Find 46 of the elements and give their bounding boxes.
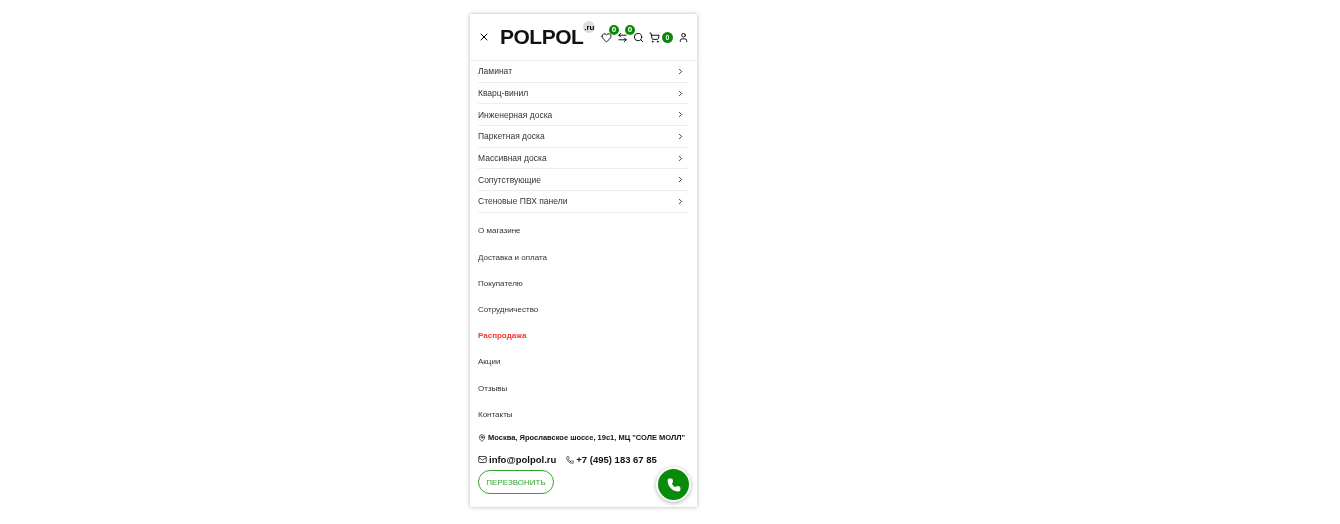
category-item[interactable]: Инженерная доска — [478, 104, 689, 127]
category-label: Ламинат — [478, 66, 513, 77]
chevron-icon — [676, 110, 685, 120]
chevron-icon — [676, 88, 685, 98]
category-label: Массивная доска — [478, 153, 547, 164]
menu-link[interactable]: Покупателю — [478, 270, 689, 297]
menu-link[interactable]: Акции — [478, 348, 689, 375]
category-item[interactable]: Ламинат — [478, 61, 689, 83]
menu-link[interactable]: Распродажа — [478, 322, 689, 349]
category-item[interactable]: Массивная доска — [478, 147, 689, 170]
chevron-icon — [676, 131, 685, 141]
logo-suffix: .ru — [583, 21, 596, 33]
category-label: Кварц-винил — [478, 88, 529, 99]
category-label: Сопутствующие — [478, 174, 542, 185]
mail-icon — [478, 455, 487, 465]
menu-link[interactable]: Контакты — [478, 401, 689, 428]
heart-icon[interactable] — [601, 31, 612, 43]
arrows-icon[interactable] — [617, 31, 628, 43]
category-item[interactable]: Паркетная доска — [478, 126, 689, 148]
phone-icon — [666, 477, 681, 492]
close-icon[interactable] — [478, 31, 490, 43]
chevron-icon — [676, 153, 685, 163]
menu-link[interactable]: Отзывы — [478, 374, 689, 402]
phone-icon — [566, 455, 575, 464]
search-icon[interactable] — [633, 31, 644, 43]
chevron-icon — [676, 196, 685, 206]
call-button[interactable] — [656, 467, 691, 502]
logo[interactable]: POLPOL — [500, 25, 584, 49]
chevron-icon — [676, 175, 685, 185]
category-item[interactable]: Стеновые ПВХ панели — [478, 191, 689, 213]
phone-link[interactable]: +7 (495) 183 67 85 — [566, 454, 657, 466]
menu-link[interactable]: Доставка и оплата — [478, 244, 689, 271]
menu-link[interactable]: Сотрудничество — [478, 296, 689, 323]
email-link[interactable]: info@polpol.ru — [478, 454, 557, 466]
user-icon[interactable] — [678, 31, 689, 43]
category-item[interactable]: Кварц-винил — [478, 82, 689, 105]
pin-icon — [478, 433, 486, 442]
category-label: Инженерная доска — [478, 109, 553, 120]
count-badge: 0 — [609, 24, 619, 35]
category-item[interactable]: Сопутствующие — [478, 169, 689, 192]
count-badge: 0 — [625, 24, 635, 35]
chevron-icon — [676, 66, 685, 76]
category-label: Паркетная доска — [478, 131, 545, 142]
cart-icon[interactable] — [649, 31, 660, 43]
menu-link[interactable]: О магазине — [478, 217, 689, 244]
category-label: Стеновые ПВХ панели — [478, 196, 568, 207]
